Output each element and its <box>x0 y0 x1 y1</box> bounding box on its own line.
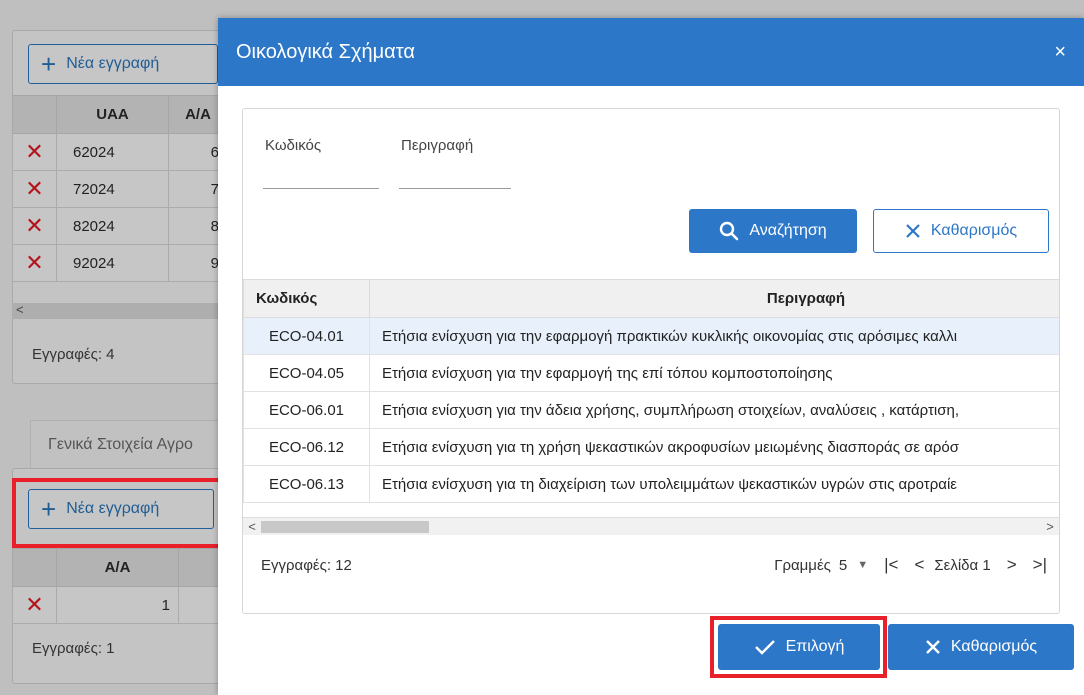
tab-general-info-label: Γενικά Στοιχεία Αγρο <box>48 436 193 453</box>
grid-header-blank <box>12 548 57 587</box>
search-button-label: Αναζήτηση <box>749 222 827 239</box>
records-count-bottom: Εγγραφές: 1 <box>32 640 115 657</box>
caret-down-icon: ▼ <box>857 559 869 571</box>
results-grid: Κωδικός Περιγραφή ECO-04.01 Ετήσια ενίσχ… <box>243 279 1059 529</box>
cell-code: ECO-04.05 <box>243 354 370 392</box>
grid-header-description[interactable]: Περιγραφή <box>369 279 1059 318</box>
cell-description: Ετήσια ενίσχυση για την εφαρμογή της επί… <box>369 354 1059 392</box>
records-count-top: Εγγραφές: 4 <box>32 346 115 363</box>
table-row[interactable]: ✕ 72024 7 <box>12 170 228 208</box>
cell-code: 72024 <box>56 170 169 208</box>
footer-clear-label: Καθαρισμός <box>950 638 1038 655</box>
scroll-left-icon[interactable]: < <box>243 518 261 536</box>
description-filter-input[interactable] <box>399 163 511 189</box>
new-record-button-top[interactable]: + Νέα εγγραφή <box>28 44 218 84</box>
description-filter-label: Περιγραφή <box>401 137 474 154</box>
grid-header-extra <box>178 548 222 587</box>
code-filter-label: Κωδικός <box>265 137 322 154</box>
table-row[interactable]: ✕ 92024 9 <box>12 244 228 282</box>
footer-clear-button[interactable]: Καθαρισμός <box>888 624 1074 670</box>
new-record-label: Νέα εγγραφή <box>66 55 160 72</box>
table-row[interactable]: ECO-06.01 Ετήσια ενίσχυση για την άδεια … <box>243 391 1059 429</box>
table-row[interactable]: ECO-04.01 Ετήσια ενίσχυση για την εφαρμο… <box>243 317 1059 355</box>
table-row[interactable]: ECO-06.13 Ετήσια ενίσχυση για τη διαχείρ… <box>243 465 1059 503</box>
cell-description: Ετήσια ενίσχυση για τη χρήση ψεκαστικών … <box>369 428 1059 466</box>
grid-header-blank <box>12 95 57 134</box>
top-grid-scrollbar[interactable]: < <box>12 302 218 319</box>
dialog-header: Οικολογικά Σχήματα × <box>218 18 1084 86</box>
cell-code: 92024 <box>56 244 169 282</box>
delete-icon[interactable]: ✕ <box>12 133 57 171</box>
cell-description: Ετήσια ενίσχυση για την άδεια χρήσης, συ… <box>369 391 1059 429</box>
prev-page-icon[interactable]: < <box>914 555 924 575</box>
rows-per-page-select[interactable]: 5 ▼ <box>839 557 868 574</box>
cell-code: ECO-06.13 <box>243 465 370 503</box>
eco-schemes-dialog: Οικολογικά Σχήματα × Κωδικός Περιγραφή Α… <box>218 18 1084 695</box>
first-page-icon[interactable]: |< <box>884 555 898 575</box>
rows-per-page-label: Γραμμές <box>774 556 831 574</box>
page-indicator: Σελίδα 1 <box>934 556 991 574</box>
delete-icon[interactable]: ✕ <box>12 207 57 245</box>
table-row[interactable]: ECO-06.12 Ετήσια ενίσχυση για τη χρήση ψ… <box>243 428 1059 466</box>
table-row[interactable]: ✕ 62024 6 <box>12 133 228 171</box>
table-row[interactable]: ✕ 1 <box>12 586 222 624</box>
search-panel: Κωδικός Περιγραφή Αναζήτηση Καθαρισμός Κ… <box>242 108 1060 614</box>
bottom-grid: A/A ✕ 1 <box>12 548 222 624</box>
cell-code: 62024 <box>56 133 169 171</box>
search-button[interactable]: Αναζήτηση <box>689 209 857 253</box>
scroll-right-icon[interactable]: > <box>1041 518 1059 536</box>
close-icon[interactable]: × <box>1054 41 1066 64</box>
table-row[interactable]: ✕ 82024 8 <box>12 207 228 245</box>
cell-num: 1 <box>56 586 179 624</box>
last-page-icon[interactable]: >| <box>1033 555 1047 575</box>
highlight-box-select <box>710 616 887 678</box>
highlight-box-new-record <box>12 478 222 548</box>
cell-empty <box>178 586 222 624</box>
dialog-title: Οικολογικά Σχήματα <box>236 40 415 63</box>
pager: Γραμμές 5 ▼ |< < Σελίδα 1 > >| <box>774 555 1047 575</box>
grid-header-uaa: UAA <box>56 95 169 134</box>
delete-icon[interactable]: ✕ <box>12 586 57 624</box>
close-icon <box>926 640 940 654</box>
records-count: Εγγραφές: 12 <box>261 557 352 574</box>
cell-code: ECO-06.01 <box>243 391 370 429</box>
rows-per-page-value: 5 <box>838 556 848 574</box>
plus-icon: + <box>41 49 57 79</box>
delete-icon[interactable]: ✕ <box>12 170 57 208</box>
scroll-left-icon[interactable]: < <box>16 302 24 317</box>
cell-code: ECO-04.01 <box>243 317 370 355</box>
clear-filters-label: Καθαρισμός <box>930 222 1018 239</box>
search-icon <box>720 221 739 241</box>
horizontal-scrollbar[interactable]: < > <box>243 517 1059 535</box>
next-page-icon[interactable]: > <box>1007 555 1017 575</box>
code-filter-input[interactable] <box>263 163 379 189</box>
cell-code: ECO-06.12 <box>243 428 370 466</box>
close-icon <box>906 224 920 238</box>
grid-header-code[interactable]: Κωδικός <box>243 279 370 318</box>
clear-filters-button[interactable]: Καθαρισμός <box>873 209 1049 253</box>
scrollbar-thumb[interactable] <box>261 521 429 533</box>
cell-description: Ετήσια ενίσχυση για την εφαρμογή πρακτικ… <box>369 317 1059 355</box>
cell-code: 82024 <box>56 207 169 245</box>
grid-header-aa: A/A <box>56 548 179 587</box>
top-grid: UAA A/A ✕ 62024 6 ✕ 72024 7 ✕ 82024 8 ✕ … <box>12 95 228 282</box>
table-row[interactable]: ECO-04.05 Ετήσια ενίσχυση για την εφαρμο… <box>243 354 1059 392</box>
delete-icon[interactable]: ✕ <box>12 244 57 282</box>
cell-description: Ετήσια ενίσχυση για τη διαχείριση των υπ… <box>369 465 1059 503</box>
